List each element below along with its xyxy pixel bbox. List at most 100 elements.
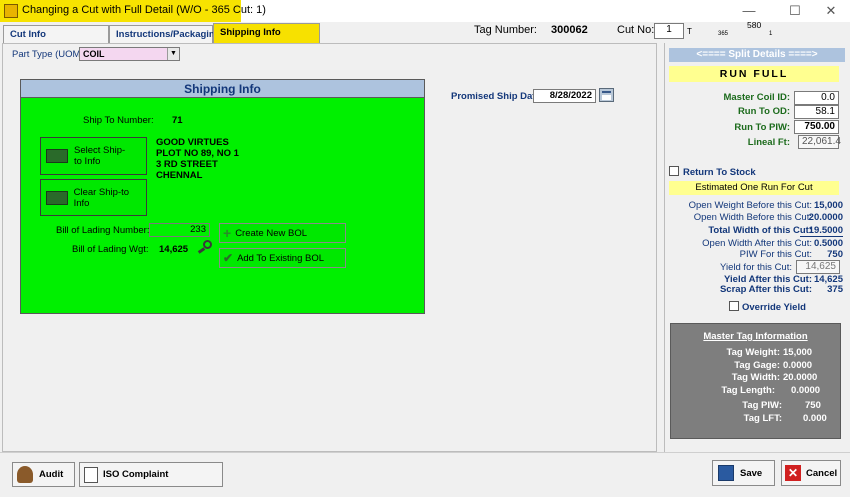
- run-mode-label: RUN FULL: [669, 66, 839, 82]
- open-width-after-value: 0.5000: [813, 238, 843, 249]
- tag-gage-value: 0.0000: [783, 360, 813, 371]
- save-label: Save: [740, 467, 763, 479]
- bol-weight-label: Bill of Lading Wgt:: [72, 244, 149, 255]
- cancel-label: Cancel: [806, 467, 838, 479]
- scrap-after-cut-label: Scrap After this Cut:: [719, 284, 812, 295]
- override-yield-checkbox[interactable]: [729, 301, 739, 311]
- yield-for-cut-label: Yield for this Cut:: [720, 262, 792, 273]
- cancel-x-icon: ✕: [785, 465, 801, 481]
- chevron-down-icon[interactable]: ▼: [167, 48, 179, 60]
- ship-to-address: GOOD VIRTUES PLOT NO 89, NO 1 3 RD STREE…: [156, 137, 239, 181]
- select-ship-to-button[interactable]: Select Ship-to Info: [40, 137, 147, 175]
- tag-weight-label: Tag Weight:: [726, 347, 780, 358]
- header-small-1: 1: [769, 31, 773, 37]
- maximize-button[interactable]: ☐: [780, 2, 810, 20]
- plus-icon: +: [223, 225, 232, 241]
- override-yield-label: Override Yield: [742, 302, 806, 313]
- tag-gage-label: Tag Gage:: [734, 360, 780, 371]
- piw-for-cut-value: 750: [827, 249, 843, 260]
- iso-complaint-button[interactable]: ISO Complaint: [79, 462, 223, 487]
- open-width-before-value: 20.0000: [808, 212, 843, 223]
- open-weight-before-label: Open Weight Before this Cut:: [688, 200, 812, 211]
- tab-cut-info[interactable]: Cut Info: [3, 25, 109, 43]
- bol-weight-value: 14,625: [159, 244, 189, 255]
- add-to-existing-bol-button[interactable]: ✔ Add To Existing BOL: [219, 248, 346, 268]
- tag-number-value: 300062: [551, 24, 588, 36]
- select-ship-to-label: Select Ship-to Info: [74, 145, 126, 167]
- window-title: Changing a Cut with Full Detail (W/O - 3…: [22, 4, 266, 16]
- lineal-ft-label: Lineal Ft:: [747, 137, 790, 148]
- save-button[interactable]: Save: [712, 460, 775, 486]
- tag-number-label: Tag Number:: [474, 24, 537, 36]
- run-to-od-input[interactable]: 58.1: [794, 105, 839, 119]
- run-to-piw-label: Run To PIW:: [734, 122, 790, 133]
- app-icon: [4, 4, 18, 18]
- return-to-stock-checkbox[interactable]: [669, 166, 679, 176]
- yield-for-cut-value: 14,625: [796, 260, 840, 274]
- shipping-info-title: Shipping Info: [21, 80, 424, 98]
- run-to-od-label: Run To OD:: [737, 106, 790, 117]
- master-tag-title: Master Tag Information: [703, 331, 808, 342]
- run-to-piw-input[interactable]: 750.00: [794, 120, 839, 134]
- part-type-select[interactable]: COIL ▼: [79, 47, 180, 61]
- shipping-info-box: Shipping Info Ship To Number: 71 Select …: [20, 79, 425, 314]
- cut-no-label: Cut No:: [617, 24, 655, 36]
- tag-width-label: Tag Width:: [731, 372, 780, 383]
- promised-ship-label: Promised Ship Date:: [451, 91, 544, 102]
- tag-width-value: 20.0000: [783, 372, 818, 383]
- promised-ship-date-input[interactable]: 8/28/2022: [533, 89, 596, 103]
- cut-no-suffix: T: [687, 27, 692, 36]
- bol-number-input[interactable]: 233: [149, 223, 210, 237]
- tag-weight-value: 15,000: [783, 347, 813, 358]
- tab-instructions-packaging[interactable]: Instructions/Packaging: [109, 25, 221, 43]
- add-to-existing-bol-label: Add To Existing BOL: [237, 252, 325, 264]
- total-width-label: Total Width of this Cut:: [708, 225, 812, 236]
- return-to-stock-label: Return To Stock: [683, 167, 756, 178]
- master-coil-input[interactable]: 0.0: [794, 91, 839, 105]
- tag-lft-value: 0.000: [803, 413, 827, 424]
- tag-piw-label: Tag PIW:: [742, 400, 782, 411]
- create-new-bol-button[interactable]: + Create New BOL: [219, 223, 346, 243]
- audit-label: Audit: [39, 469, 64, 480]
- header-small-365: 365: [718, 31, 729, 37]
- audit-button[interactable]: Audit: [12, 462, 75, 487]
- search-icon[interactable]: [197, 240, 213, 254]
- ship-to-number-value: 71: [172, 115, 183, 126]
- address-line: GOOD VIRTUES: [156, 137, 229, 148]
- master-tag-box: Master Tag Information Tag Weight: 15,00…: [670, 323, 841, 439]
- piw-for-cut-label: PIW For this Cut:: [739, 249, 812, 260]
- master-coil-label: Master Coil ID:: [723, 92, 790, 103]
- tab-shipping-info[interactable]: Shipping Info: [213, 23, 320, 43]
- close-button[interactable]: ✕: [816, 2, 846, 20]
- total-width-value: 19.5000: [800, 225, 843, 237]
- truck-icon: [46, 190, 68, 205]
- cancel-button[interactable]: ✕ Cancel: [781, 460, 841, 486]
- open-width-before-label: Open Width Before this Cut:: [693, 212, 812, 223]
- part-type-value: COIL: [83, 49, 105, 59]
- scrap-after-cut-value: 375: [827, 284, 843, 295]
- check-icon: ✔: [223, 251, 234, 265]
- address-line: 3 RD STREET: [156, 159, 218, 170]
- minimize-button[interactable]: —: [734, 2, 764, 20]
- bol-number-label: Bill of Lading Number:: [56, 225, 150, 236]
- address-line: CHENNAL: [156, 170, 203, 181]
- estimated-run-label: Estimated One Run For Cut: [669, 181, 839, 195]
- ship-to-number-label: Ship To Number:: [83, 115, 154, 126]
- lineal-ft-value: 22,061.4: [798, 135, 841, 149]
- address-line: PLOT NO 89, NO 1: [156, 148, 239, 159]
- cut-no-input[interactable]: 1: [654, 23, 684, 39]
- tag-piw-value: 750: [805, 400, 821, 411]
- tag-lft-label: Tag LFT:: [743, 413, 782, 424]
- calendar-icon[interactable]: [599, 88, 614, 102]
- split-details-title: <==== Split Details ====>: [669, 48, 845, 62]
- open-width-after-label: Open Width After this Cut:: [702, 238, 812, 249]
- clear-ship-to-label: Clear Ship-to Info: [73, 186, 130, 209]
- tag-length-label: Tag Length:: [721, 385, 775, 396]
- create-new-bol-label: Create New BOL: [235, 227, 307, 239]
- iso-complaint-label: ISO Complaint: [103, 469, 169, 480]
- save-icon: [718, 465, 734, 481]
- tag-length-value: 0.0000: [791, 385, 821, 396]
- part-type-label: Part Type (UOM):: [12, 49, 87, 60]
- header-small-580: 580: [747, 20, 762, 30]
- clear-ship-to-button[interactable]: Clear Ship-to Info: [40, 179, 147, 216]
